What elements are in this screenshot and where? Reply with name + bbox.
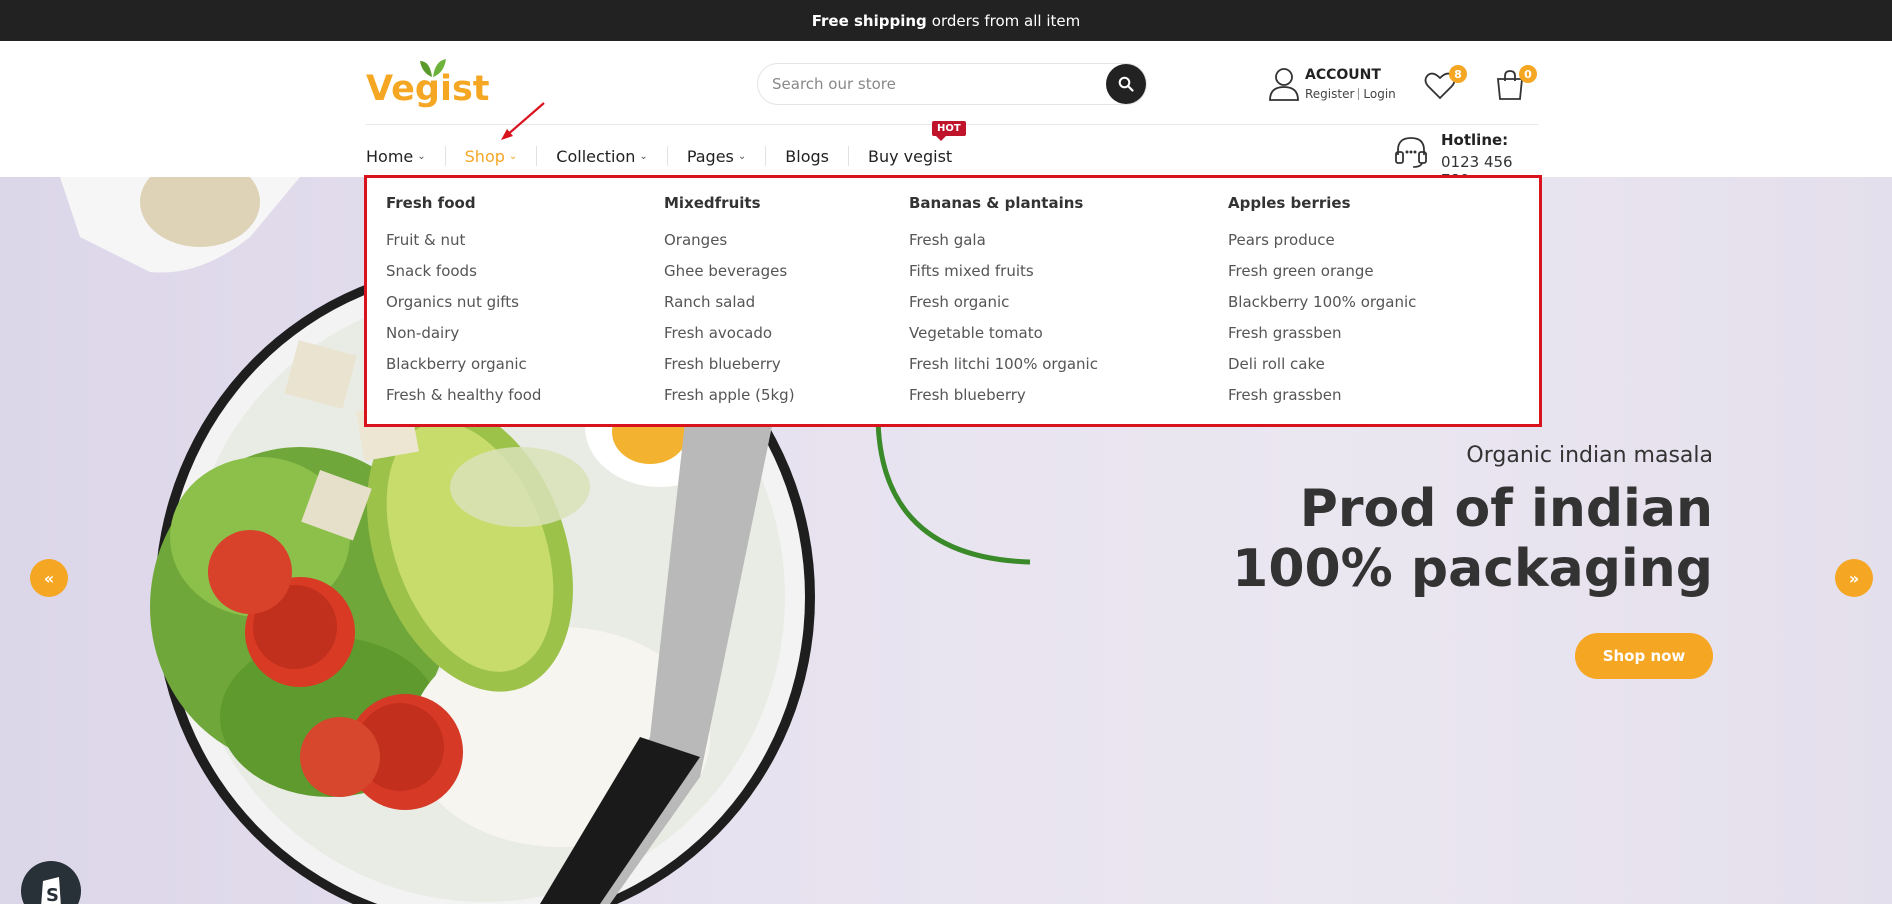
double-chevron-left-icon: « (43, 568, 55, 588)
hero-subtitle: Organic indian masala (1466, 443, 1713, 468)
slider-next-button[interactable]: » (1835, 559, 1873, 597)
menu-link[interactable]: Fresh organic (909, 292, 1098, 323)
nav-blogs[interactable]: Blogs (785, 147, 829, 166)
account-block: ACCOUNT Register Login (1268, 67, 1408, 107)
mega-column-apples-berries: Apples berries Pears produce Fresh green… (1228, 194, 1416, 416)
chevron-down-icon: ⌄ (417, 150, 426, 162)
hero-title: Prod of indian 100% packaging (1232, 479, 1713, 599)
menu-link[interactable]: Ranch salad (664, 292, 795, 323)
menu-link[interactable]: Blackberry organic (386, 354, 541, 385)
nav-home-label: Home (366, 146, 414, 166)
login-link[interactable]: Login (1363, 87, 1395, 101)
slider-prev-button[interactable]: « (30, 559, 68, 597)
menu-link[interactable]: Vegetable tomato (909, 323, 1098, 354)
shopify-icon: S (41, 877, 61, 904)
menu-link[interactable]: Deli roll cake (1228, 354, 1416, 385)
menu-link[interactable]: Non-dairy (386, 323, 541, 354)
nav-pages[interactable]: Pages ⌄ (687, 147, 746, 166)
wishlist-count-badge: 8 (1449, 65, 1467, 83)
nav-buy-vegist-label: Buy vegist (867, 146, 953, 166)
shopify-badge[interactable]: S (21, 861, 81, 904)
chevron-down-icon: ⌄ (737, 150, 747, 162)
menu-link[interactable]: Pears produce (1228, 230, 1416, 261)
search-input[interactable] (772, 73, 1102, 95)
nav-pages-label: Pages (686, 146, 734, 166)
mega-column-fresh-food: Fresh food Fruit & nut Snack foods Organ… (386, 194, 541, 416)
menu-link[interactable]: Fresh grassben (1228, 323, 1416, 354)
logo-text: Vegist (366, 69, 490, 109)
account-title: ACCOUNT (1305, 67, 1381, 83)
wishlist-button[interactable]: 8 (1424, 65, 1467, 101)
menu-link[interactable]: Fresh blueberry (909, 385, 1098, 416)
menu-link[interactable]: Fresh gala (909, 230, 1098, 261)
menu-link[interactable]: Fifts mixed fruits (909, 261, 1098, 292)
nav-divider (847, 146, 849, 166)
nav-home[interactable]: Home ⌄ (366, 147, 426, 166)
nav-buy-vegist[interactable]: Buy vegist (868, 147, 952, 166)
menu-link[interactable]: Ghee beverages (664, 261, 795, 292)
logo[interactable]: Vegist (366, 55, 490, 113)
announcement-bar: Free shipping orders from all item (0, 0, 1892, 41)
menu-link[interactable]: Fruit & nut (386, 230, 541, 261)
search-icon (1118, 76, 1134, 92)
nav-divider (765, 146, 767, 166)
nav-shop[interactable]: Shop ⌄ (465, 147, 518, 166)
hero-title-line-1: Prod of indian (1299, 479, 1713, 539)
menu-link[interactable]: Fresh blueberry (664, 354, 795, 385)
mega-column-bananas: Bananas & plantains Fresh gala Fifts mix… (909, 194, 1098, 416)
annotation-arrow-icon (501, 102, 545, 140)
nav-blogs-label: Blogs (785, 146, 829, 166)
svg-text:S: S (46, 885, 59, 904)
hot-badge: HOT (932, 121, 966, 141)
column-title[interactable]: Apples berries (1228, 194, 1416, 214)
column-title[interactable]: Bananas & plantains (909, 194, 1098, 214)
chevron-down-icon: ⌄ (639, 150, 648, 162)
nav-collection-label: Collection (556, 146, 636, 166)
nav-divider (444, 146, 446, 166)
headset-icon (1395, 137, 1427, 168)
column-title[interactable]: Mixedfruits (664, 194, 795, 214)
cart-count-badge: 0 (1519, 65, 1537, 83)
double-chevron-right-icon: » (1848, 568, 1860, 588)
shop-now-button[interactable]: Shop now (1575, 633, 1713, 679)
menu-link[interactable]: Fresh avocado (664, 323, 795, 354)
nav-divider (666, 146, 668, 166)
divider (1358, 88, 1360, 100)
account-links: Register Login (1305, 87, 1396, 101)
user-icon[interactable] (1268, 67, 1300, 101)
nav-divider (536, 146, 538, 166)
announcement-text: orders from all item (931, 11, 1081, 30)
menu-link[interactable]: Fresh litchi 100% organic (909, 354, 1098, 385)
menu-link[interactable]: Fresh green orange (1228, 261, 1416, 292)
register-link[interactable]: Register (1305, 87, 1354, 101)
chevron-down-icon: ⌄ (508, 150, 518, 162)
search-box (757, 63, 1147, 105)
hotline-title: Hotline: (1441, 131, 1509, 149)
shop-mega-menu: Fresh food Fruit & nut Snack foods Organ… (364, 175, 1542, 427)
menu-link[interactable]: Organics nut gifts (386, 292, 541, 323)
menu-link[interactable]: Fresh apple (5kg) (664, 385, 795, 416)
site-header: Vegist ACCOUNT Register Login 8 0 (0, 41, 1892, 189)
menu-link[interactable]: Fresh grassben (1228, 385, 1416, 416)
main-nav: Home ⌄ Shop ⌄ Collection ⌄ Pages ⌄ Blogs… (366, 141, 952, 171)
column-title[interactable]: Fresh food (386, 194, 541, 214)
menu-link[interactable]: Snack foods (386, 261, 541, 292)
announcement-bold: Free shipping (811, 11, 927, 30)
nav-collection[interactable]: Collection ⌄ (556, 147, 648, 166)
mega-column-mixedfruits: Mixedfruits Oranges Ghee beverages Ranch… (664, 194, 795, 416)
menu-link[interactable]: Blackberry 100% organic (1228, 292, 1416, 323)
cart-button[interactable]: 0 (1494, 65, 1537, 101)
nav-shop-label: Shop (464, 146, 505, 166)
hero-title-line-2: 100% packaging (1232, 539, 1713, 599)
hotline-block: Hotline: 0123 456 789 (1393, 131, 1543, 189)
menu-link[interactable]: Oranges (664, 230, 795, 261)
search-button[interactable] (1106, 64, 1146, 104)
menu-link[interactable]: Fresh & healthy food (386, 385, 541, 416)
